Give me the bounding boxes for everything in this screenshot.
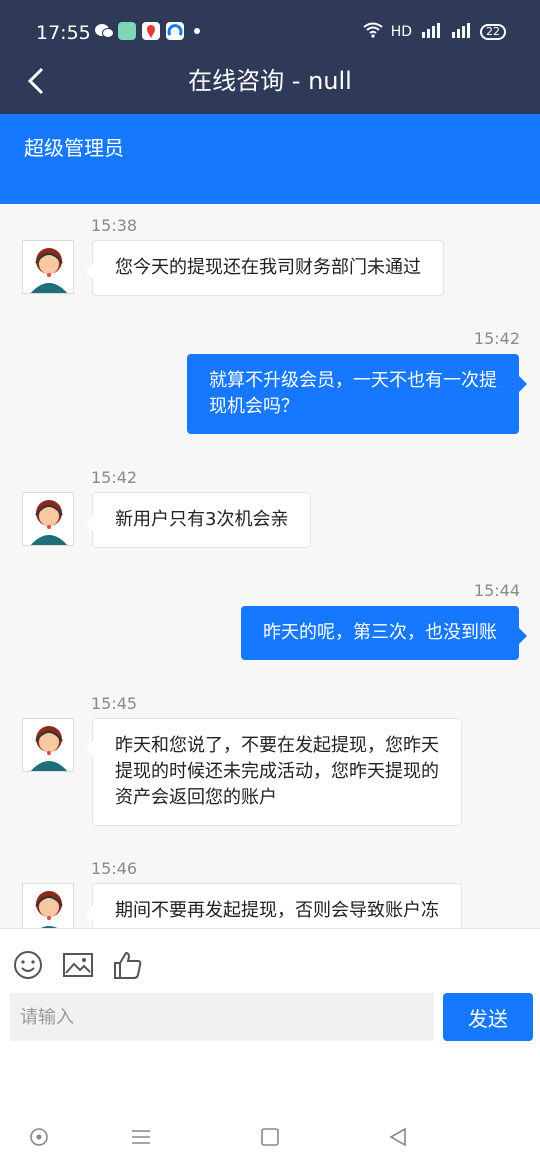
composer-area: 发送 (0, 928, 540, 1170)
agent-avatar (22, 492, 74, 546)
message-text-line: 现机会吗？ (209, 396, 299, 417)
wifi-icon (363, 22, 383, 42)
assistant-nav-icon[interactable] (27, 1125, 51, 1149)
message-bubble-incoming: 新用户只有3次机会亲 (84, 492, 312, 548)
page-title: 在线咨询 - null (188, 67, 352, 95)
message-text: 新用户只有3次机会亲 (115, 509, 289, 530)
message-time: 15:42 (91, 468, 138, 487)
message-text: 您今天的提现还在我司财务部门未通过 (115, 257, 421, 278)
home-nav-icon[interactable] (258, 1125, 282, 1149)
signal-icon (420, 22, 442, 42)
status-time: 17:55 (36, 22, 91, 44)
message-time: 15:38 (91, 216, 138, 235)
message-bubble-outgoing: 就算不升级会员，一天不也有一次提 现机会吗？ (187, 354, 527, 434)
message-time: 15:46 (91, 859, 138, 878)
message-time: 15:42 (473, 329, 520, 348)
top-bar: 17:55 HD 22 在线咨询 - null (0, 0, 540, 114)
notification-icons (94, 22, 200, 40)
emoji-icon[interactable] (12, 949, 44, 981)
composer-toolbar (12, 949, 144, 981)
agent-avatar (22, 240, 74, 294)
message-text: 期间不要再发起提现，否则会导致账户冻 (115, 900, 439, 921)
system-nav-bar (0, 1119, 540, 1159)
thumbs-up-icon[interactable] (112, 949, 144, 981)
app-green-icon (118, 22, 136, 40)
network-label: HD (390, 24, 412, 40)
agent-avatar (22, 718, 74, 772)
message-text-line: 资产会返回您的账户 (115, 787, 277, 808)
message-bubble-incoming: 期间不要再发起提现，否则会导致账户冻 (85, 883, 462, 928)
agent-banner: 超级管理员 (0, 114, 540, 204)
send-button[interactable]: 发送 (443, 993, 533, 1041)
message-bubble-outgoing: 昨天的呢，第三次，也没到账 (241, 606, 527, 660)
agent-avatar (22, 883, 74, 928)
message-input[interactable] (10, 993, 434, 1041)
chat-area[interactable]: 15:38 您今天的提现还在我司财务部门未通过 15:42 就算不升级会员，一天… (0, 204, 540, 928)
app-blue-icon (166, 22, 184, 40)
message-bubble-incoming: 昨天和您说了，不要在发起提现，您昨天 提现的时候还未完成活动，您昨天提现的 资产… (85, 718, 462, 826)
image-icon[interactable] (62, 949, 94, 981)
signal-icon-2 (450, 22, 472, 42)
status-right: HD 22 (363, 22, 506, 42)
status-bar: 17:55 HD 22 (0, 0, 540, 64)
back-nav-icon[interactable] (386, 1125, 410, 1149)
battery-indicator: 22 (480, 24, 506, 40)
wechat-icon (94, 22, 114, 40)
message-time: 15:45 (91, 694, 138, 713)
map-pin-icon (142, 22, 160, 40)
message-text: 昨天的呢，第三次，也没到账 (263, 622, 497, 643)
more-dot-icon (194, 28, 200, 34)
message-time: 15:44 (473, 581, 520, 600)
message-text-line: 昨天和您说了，不要在发起提现，您昨天 (115, 735, 439, 756)
message-bubble-incoming: 您今天的提现还在我司财务部门未通过 (85, 240, 444, 296)
message-text-line: 就算不升级会员，一天不也有一次提 (209, 370, 497, 391)
menu-nav-icon[interactable] (129, 1125, 153, 1149)
message-text-line: 提现的时候还未完成活动，您昨天提现的 (115, 761, 439, 782)
agent-name: 超级管理员 (24, 136, 124, 160)
